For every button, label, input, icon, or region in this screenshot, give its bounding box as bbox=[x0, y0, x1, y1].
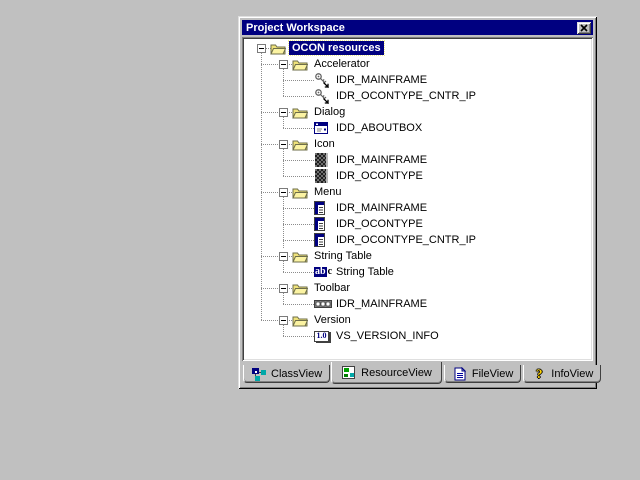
toolbar-resource-icon bbox=[314, 296, 333, 312]
tree-item-label: Dialog bbox=[311, 105, 348, 119]
tree-group-accelerator[interactable]: Accelerator bbox=[244, 56, 373, 72]
tab-resourceview[interactable]: ResourceView bbox=[331, 362, 442, 384]
close-icon bbox=[580, 24, 588, 32]
open-folder-icon bbox=[292, 138, 308, 151]
tree-item-label: IDR_MAINFRAME bbox=[333, 73, 430, 87]
tree-group-icon[interactable]: Icon bbox=[244, 136, 338, 152]
menu-resource-icon bbox=[314, 200, 333, 216]
open-folder-icon bbox=[292, 314, 308, 327]
string-table-icon: abc bbox=[314, 264, 333, 280]
tree-item-label: IDR_OCONTYPE_CNTR_IP bbox=[333, 233, 479, 247]
infoview-icon: ? bbox=[531, 367, 547, 381]
window-title: Project Workspace bbox=[246, 22, 577, 34]
tree-item-label: String Table bbox=[333, 265, 397, 279]
tree-item-label: VS_VERSION_INFO bbox=[333, 329, 442, 343]
project-workspace-window: Project Workspace bbox=[238, 16, 597, 389]
open-folder-icon bbox=[292, 58, 308, 71]
view-tab-bar: ClassView ResourceView FileVi bbox=[242, 363, 593, 386]
tree-group-menu[interactable]: Menu bbox=[244, 184, 345, 200]
close-button[interactable] bbox=[577, 22, 591, 34]
tree-item-icon-idr-mainframe[interactable]: IDR_MAINFRAME bbox=[244, 152, 430, 168]
collapse-toggle-icon[interactable] bbox=[279, 252, 288, 261]
collapse-toggle-icon[interactable] bbox=[279, 60, 288, 69]
accelerator-icon bbox=[314, 88, 333, 104]
tree-item-icon-idr-ocontype[interactable]: IDR_OCONTYPE bbox=[244, 168, 426, 184]
tree-item-vs-version-info[interactable]: 1.0 VS_VERSION_INFO bbox=[244, 328, 442, 344]
tree-item-label: OCON resources bbox=[289, 41, 384, 55]
dialog-icon bbox=[314, 120, 333, 136]
tab-classview[interactable]: ClassView bbox=[243, 365, 330, 383]
tree-group-version[interactable]: Version bbox=[244, 312, 354, 328]
open-folder-icon bbox=[292, 186, 308, 199]
tree-item-label: IDR_OCONTYPE_CNTR_IP bbox=[333, 89, 479, 103]
collapse-toggle-icon[interactable] bbox=[279, 108, 288, 117]
title-bar[interactable]: Project Workspace bbox=[242, 20, 593, 35]
icon-resource-icon bbox=[314, 152, 333, 168]
tab-infoview[interactable]: ? InfoView bbox=[523, 365, 601, 383]
collapse-toggle-icon[interactable] bbox=[279, 140, 288, 149]
menu-resource-icon bbox=[314, 216, 333, 232]
resourceview-icon bbox=[341, 366, 357, 380]
resource-tree: OCON resources Accelerator bbox=[242, 37, 593, 361]
open-folder-icon bbox=[270, 42, 286, 55]
fileview-icon bbox=[452, 367, 468, 381]
collapse-toggle-icon[interactable] bbox=[279, 316, 288, 325]
tree-item-menu-idr-ocontype-cntr-ip[interactable]: IDR_OCONTYPE_CNTR_IP bbox=[244, 232, 479, 248]
classview-icon bbox=[251, 367, 267, 381]
open-folder-icon bbox=[292, 250, 308, 263]
tree-item-label: IDR_MAINFRAME bbox=[333, 297, 430, 311]
tree-item-label: IDR_MAINFRAME bbox=[333, 153, 430, 167]
collapse-toggle-icon[interactable] bbox=[279, 284, 288, 293]
tree-item-label: Menu bbox=[311, 185, 345, 199]
open-folder-icon bbox=[292, 106, 308, 119]
tree-item-string-table[interactable]: abc String Table bbox=[244, 264, 397, 280]
version-resource-icon: 1.0 bbox=[314, 328, 333, 344]
tree-group-toolbar[interactable]: Toolbar bbox=[244, 280, 353, 296]
menu-resource-icon bbox=[314, 232, 333, 248]
tree-item-idd-aboutbox[interactable]: IDD_ABOUTBOX bbox=[244, 120, 425, 136]
tree-item-label: Icon bbox=[311, 137, 338, 151]
tree-item-accelerator-idr-mainframe[interactable]: IDR_MAINFRAME bbox=[244, 72, 430, 88]
tree-item-label: Version bbox=[311, 313, 354, 327]
collapse-toggle-icon[interactable] bbox=[279, 188, 288, 197]
tree-item-label: IDR_MAINFRAME bbox=[333, 201, 430, 215]
tree-item-ocon-resources[interactable]: OCON resources bbox=[244, 40, 384, 56]
tree-item-label: Toolbar bbox=[311, 281, 353, 295]
tree-item-label: Accelerator bbox=[311, 57, 373, 71]
open-folder-icon bbox=[292, 282, 308, 295]
tree-item-label: IDR_OCONTYPE bbox=[333, 169, 426, 183]
tab-fileview[interactable]: FileView bbox=[444, 365, 521, 383]
tree-item-menu-idr-ocontype[interactable]: IDR_OCONTYPE bbox=[244, 216, 426, 232]
tree-group-dialog[interactable]: Dialog bbox=[244, 104, 348, 120]
tree-item-label: String Table bbox=[311, 249, 375, 263]
tree-item-label: IDR_OCONTYPE bbox=[333, 217, 426, 231]
icon-resource-icon bbox=[314, 168, 333, 184]
tree-item-menu-idr-mainframe[interactable]: IDR_MAINFRAME bbox=[244, 200, 430, 216]
collapse-toggle-icon[interactable] bbox=[257, 44, 266, 53]
tree-item-label: IDD_ABOUTBOX bbox=[333, 121, 425, 135]
tree-item-toolbar-idr-mainframe[interactable]: IDR_MAINFRAME bbox=[244, 296, 430, 312]
tree-group-string-table[interactable]: String Table bbox=[244, 248, 375, 264]
tree-item-accelerator-idr-ocontype-cntr-ip[interactable]: IDR_OCONTYPE_CNTR_IP bbox=[244, 88, 479, 104]
accelerator-icon bbox=[314, 72, 333, 88]
